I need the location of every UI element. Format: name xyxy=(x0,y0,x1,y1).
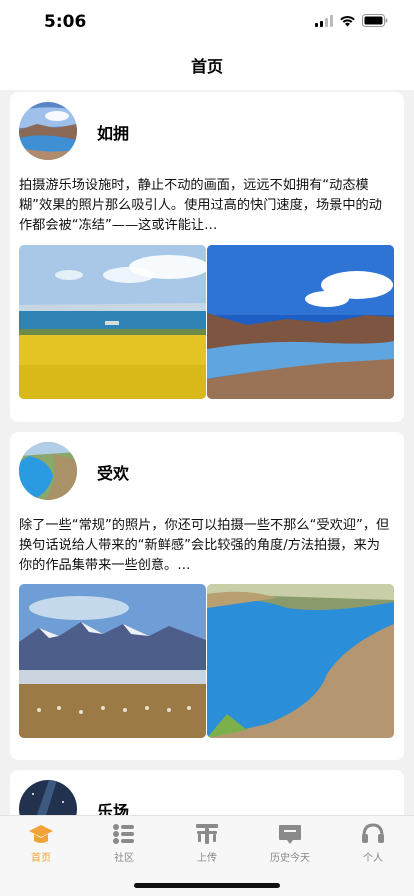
post-avatar[interactable] xyxy=(19,102,77,160)
headset-icon xyxy=(360,822,386,846)
tab-label: 社区 xyxy=(114,853,134,864)
post-card[interactable]: 受欢 除了一些“常规”的照片，你还可以拍摄一些不那么“受欢迎”，但换句话说给人带… xyxy=(10,432,404,760)
nav-bar: 首页 xyxy=(0,48,414,90)
tab-profile[interactable]: 个人 xyxy=(332,822,414,864)
tab-community[interactable]: 社区 xyxy=(83,822,165,864)
app-screen: 5:06 首页 如拥 拍摄游乐场设施时，静止不动的画面，远远不如拥有“动态模糊”… xyxy=(0,0,414,896)
post-photo[interactable] xyxy=(207,245,394,399)
post-title: 受欢 xyxy=(97,464,130,483)
tab-bar: 首页 社区 上传 历史今天 个人 xyxy=(0,815,414,896)
wifi-icon xyxy=(339,15,356,27)
graduation-cap-icon xyxy=(28,822,54,846)
post-header: 如拥 xyxy=(10,102,404,164)
post-avatar[interactable] xyxy=(19,442,77,500)
tab-label: 上传 xyxy=(197,853,217,864)
post-header: 受欢 xyxy=(10,442,404,504)
status-time: 5:06 xyxy=(44,12,87,32)
status-icons xyxy=(315,14,388,27)
post-photo[interactable] xyxy=(19,245,206,399)
home-indicator xyxy=(134,883,280,888)
tab-label: 首页 xyxy=(31,853,51,864)
tab-label: 历史今天 xyxy=(270,853,310,864)
tab-history-today[interactable]: 历史今天 xyxy=(249,822,331,864)
status-bar: 5:06 xyxy=(0,0,414,48)
post-text: 拍摄游乐场设施时，静止不动的画面，远远不如拥有“动态模糊”效果的照片那么吸引人。… xyxy=(19,178,382,233)
post-title: 如拥 xyxy=(97,124,130,143)
post-card[interactable]: 如拥 拍摄游乐场设施时，静止不动的画面，远远不如拥有“动态模糊”效果的照片那么吸… xyxy=(10,92,404,422)
tab-home[interactable]: 首页 xyxy=(0,822,82,864)
tab-label: 个人 xyxy=(363,853,383,864)
tab-upload[interactable]: 上传 xyxy=(166,822,248,864)
upload-icon xyxy=(194,822,220,846)
post-text: 除了一些“常规”的照片，你还可以拍摄一些不那么“受欢迎”，但换句话说给人带来的“… xyxy=(19,518,390,573)
page-title: 首页 xyxy=(190,57,223,76)
chat-bubble-icon xyxy=(277,822,303,846)
list-icon xyxy=(111,822,137,846)
battery-icon xyxy=(362,14,388,27)
post-photo[interactable] xyxy=(207,584,394,738)
signal-icon xyxy=(315,14,333,27)
post-photo[interactable] xyxy=(19,584,206,738)
